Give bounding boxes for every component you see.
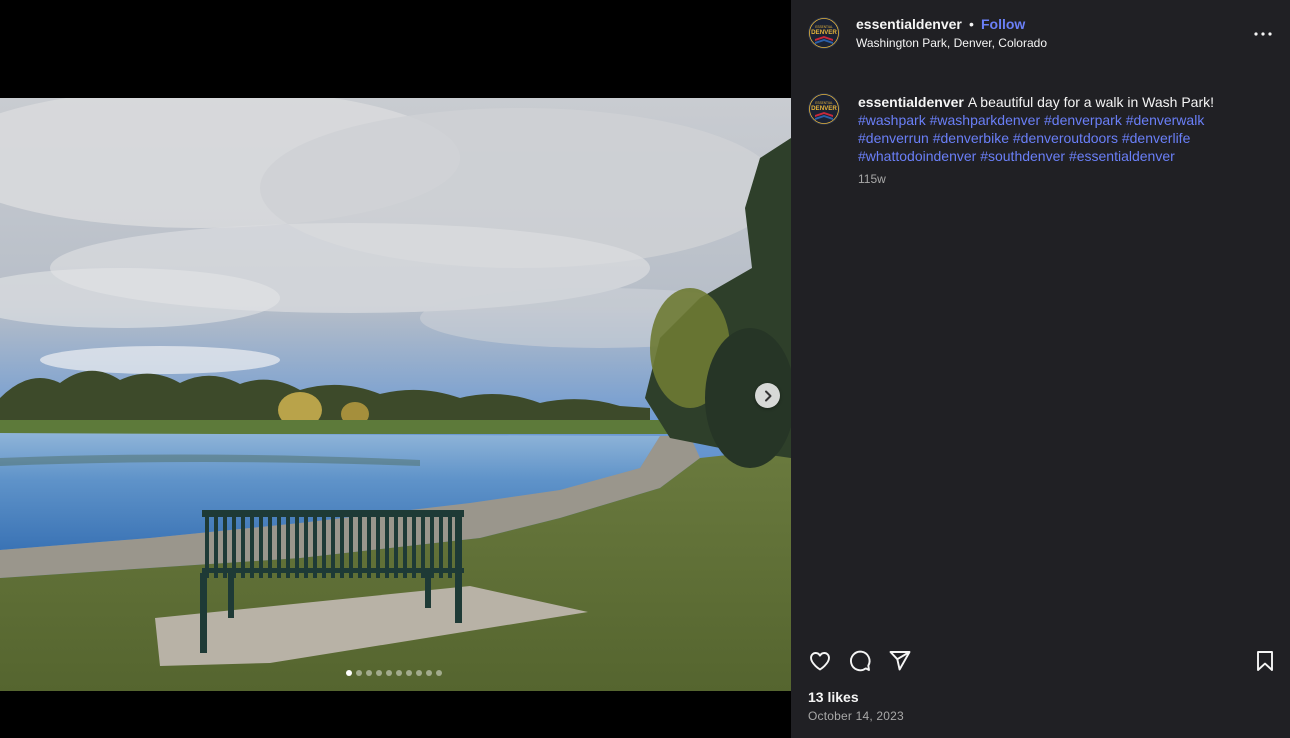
caption-body: A beautiful day for a walk in Wash Park!	[967, 94, 1214, 110]
share-button[interactable]	[886, 647, 914, 675]
carousel-indicator	[346, 670, 442, 676]
bookmark-icon	[1257, 651, 1273, 671]
hashtag-link[interactable]: #washparkdenver	[930, 112, 1041, 128]
hashtag-link[interactable]: #denverpark	[1044, 112, 1122, 128]
hashtag-link[interactable]: #denverwalk	[1126, 112, 1205, 128]
carousel-dot	[366, 670, 372, 676]
avatar[interactable]: ESSENTIAL DENVER	[808, 93, 840, 125]
post-author-username[interactable]: essentialdenver	[856, 16, 962, 32]
more-horizontal-icon	[1254, 32, 1272, 36]
carousel-dot	[386, 670, 392, 676]
next-slide-button[interactable]	[755, 383, 780, 408]
caption-username[interactable]: essentialdenver	[858, 94, 964, 110]
post-photo	[0, 98, 791, 691]
carousel-dot	[346, 670, 352, 676]
save-button[interactable]	[1251, 647, 1279, 675]
post-date[interactable]: October 14, 2023	[808, 709, 904, 723]
svg-text:DENVER: DENVER	[811, 105, 837, 112]
carousel-dot	[406, 670, 412, 676]
carousel-dot	[376, 670, 382, 676]
comment-button[interactable]	[846, 647, 874, 675]
hashtag-link[interactable]: #washpark	[858, 112, 926, 128]
chevron-right-icon	[764, 390, 771, 401]
hashtag-link[interactable]: #denveroutdoors	[1013, 130, 1118, 146]
carousel-dot	[396, 670, 402, 676]
post-side-panel: ESSENTIAL DENVER essentialdenver • Follo…	[791, 0, 1290, 738]
like-button[interactable]	[806, 647, 834, 675]
carousel-dot	[416, 670, 422, 676]
more-options-button[interactable]	[1251, 24, 1275, 44]
hashtag-link[interactable]: #southdenver	[980, 148, 1065, 164]
post-media	[0, 0, 791, 738]
svg-text:DENVER: DENVER	[811, 29, 837, 36]
send-icon	[889, 651, 911, 671]
hashtag-link[interactable]: #denverlife	[1122, 130, 1191, 146]
avatar[interactable]: ESSENTIAL DENVER	[808, 17, 840, 49]
comment-icon	[850, 650, 871, 672]
post-location[interactable]: Washington Park, Denver, Colorado	[856, 36, 1047, 50]
hashtag-link[interactable]: #essentialdenver	[1069, 148, 1175, 164]
carousel-dot	[356, 670, 362, 676]
likes-count[interactable]: 13 likes	[808, 689, 859, 705]
hashtag-link[interactable]: #denverrun	[858, 130, 929, 146]
caption-text: essentialdenver A beautiful day for a wal…	[858, 93, 1258, 165]
post-actions	[791, 647, 1290, 675]
separator-dot: •	[969, 16, 974, 32]
hashtag-link[interactable]: #denverbike	[933, 130, 1009, 146]
caption-timestamp[interactable]: 115w	[858, 172, 886, 186]
heart-icon	[810, 652, 830, 671]
carousel-dot	[436, 670, 442, 676]
hashtag-link[interactable]: #whattodoindenver	[858, 148, 976, 164]
carousel-dot	[426, 670, 432, 676]
follow-button[interactable]: Follow	[981, 16, 1025, 32]
